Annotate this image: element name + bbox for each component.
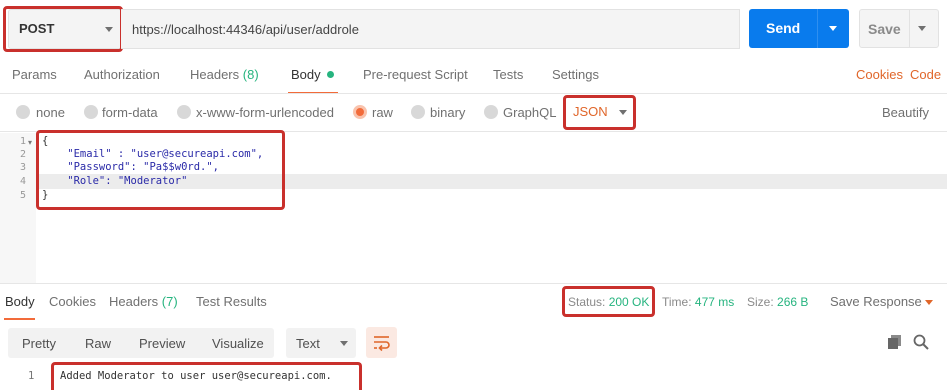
- radio-raw[interactable]: [353, 105, 367, 119]
- code-line: "Password": "Pa$$w0rd.",: [42, 161, 220, 173]
- status-readout: Status: 200 OK: [568, 295, 649, 309]
- send-button[interactable]: Send: [749, 9, 849, 48]
- line-number: 5: [19, 190, 26, 201]
- code-line: {: [42, 135, 49, 147]
- radio-none[interactable]: [16, 105, 30, 119]
- radio-graphql[interactable]: [484, 105, 498, 119]
- label-urlencoded: x-www-form-urlencoded: [196, 105, 334, 120]
- save-label: Save: [868, 21, 901, 37]
- time-value: 477 ms: [694, 295, 735, 309]
- size-label: Size:: [747, 295, 774, 309]
- response-tab-underline: [4, 318, 35, 320]
- pane-divider[interactable]: [0, 283, 947, 284]
- size-readout: Size: 266 B: [747, 295, 808, 309]
- tab-headers[interactable]: Headers (8): [190, 67, 259, 82]
- code-line: }: [42, 189, 49, 201]
- tab-authorization[interactable]: Authorization: [84, 67, 160, 82]
- mode-pretty[interactable]: Pretty: [22, 336, 56, 351]
- send-chevron-down-icon[interactable]: [829, 26, 837, 31]
- cookies-link[interactable]: Cookies: [856, 67, 903, 82]
- wrap-lines-button[interactable]: [366, 327, 397, 358]
- tab-settings[interactable]: Settings: [552, 67, 599, 82]
- radio-urlencoded[interactable]: [177, 105, 191, 119]
- label-binary: binary: [430, 105, 466, 120]
- tab-body-label: Body: [291, 67, 321, 82]
- size-value: 266 B: [777, 295, 809, 309]
- send-divider: [817, 9, 818, 48]
- time-label: Time:: [662, 295, 692, 309]
- status-label: Status:: [568, 295, 606, 309]
- time-readout: Time: 477 ms: [662, 295, 734, 309]
- tab-tests[interactable]: Tests: [493, 67, 523, 82]
- code-link[interactable]: Code: [910, 67, 941, 82]
- mode-raw[interactable]: Raw: [85, 336, 111, 351]
- response-tab-test-results[interactable]: Test Results: [196, 294, 267, 309]
- response-tab-cookies[interactable]: Cookies: [49, 294, 96, 309]
- radio-form-data[interactable]: [84, 105, 98, 119]
- response-headers-count: (7): [161, 294, 178, 309]
- code-line: "Role": "Moderator": [42, 175, 188, 187]
- line-number: 1: [19, 136, 26, 147]
- search-icon[interactable]: [913, 334, 929, 350]
- save-divider: [909, 10, 910, 47]
- url-input[interactable]: https://localhost:44346/api/user/addrole: [121, 9, 740, 49]
- label-form-data: form-data: [102, 105, 158, 120]
- response-tab-headers-label: Headers: [109, 294, 159, 309]
- mode-visualize[interactable]: Visualize: [212, 336, 264, 351]
- status-value: 200 OK: [608, 295, 650, 309]
- method-value: POST: [19, 21, 55, 36]
- save-response-chevron-down-icon[interactable]: [925, 300, 933, 305]
- method-select[interactable]: POST: [8, 9, 122, 49]
- tab-headers-count: (8): [242, 67, 259, 82]
- response-format-value: Text: [296, 336, 320, 351]
- response-mode-group: Pretty Raw Preview Visualize: [8, 328, 274, 358]
- line-number: 3: [19, 162, 26, 173]
- line-number: 4: [19, 176, 26, 187]
- tab-headers-label: Headers: [190, 67, 240, 82]
- response-tab-headers[interactable]: Headers (7): [109, 294, 178, 309]
- label-raw: raw: [372, 105, 393, 120]
- tab-prerequest-script[interactable]: Pre-request Script: [363, 67, 468, 82]
- url-value: https://localhost:44346/api/user/addrole: [132, 22, 359, 37]
- code-line: "Email" : "user@secureapi.com",: [42, 148, 264, 160]
- wrap-lines-icon: [374, 336, 390, 352]
- response-line-number: 1: [28, 370, 35, 382]
- save-response-label: Save Response: [830, 294, 922, 309]
- chevron-down-icon: [340, 341, 348, 346]
- save-button[interactable]: Save: [859, 9, 939, 48]
- chevron-down-icon: [619, 110, 627, 115]
- tabs-divider: [0, 93, 947, 94]
- save-chevron-down-icon[interactable]: [918, 26, 926, 31]
- save-response-button[interactable]: Save Response: [830, 294, 922, 309]
- beautify-link[interactable]: Beautify: [882, 105, 929, 120]
- chevron-down-icon: [105, 27, 113, 32]
- response-format-select[interactable]: Text: [286, 328, 356, 358]
- response-tab-body[interactable]: Body: [5, 294, 35, 309]
- send-label: Send: [766, 20, 801, 36]
- response-body-text: Added Moderator to user user@secureapi.c…: [60, 370, 332, 382]
- body-type-divider: [0, 131, 947, 132]
- copy-icon[interactable]: [887, 334, 903, 350]
- body-indicator-dot-icon: [326, 71, 334, 78]
- format-select[interactable]: JSON: [565, 96, 635, 128]
- tab-params[interactable]: Params: [12, 67, 57, 82]
- fold-arrow-icon[interactable]: ▾: [28, 138, 32, 147]
- tab-body[interactable]: Body: [291, 67, 334, 82]
- label-graphql: GraphQL: [503, 105, 557, 120]
- label-none: none: [36, 105, 65, 120]
- mode-preview[interactable]: Preview: [139, 336, 185, 351]
- format-value: JSON: [573, 104, 608, 119]
- radio-binary[interactable]: [411, 105, 425, 119]
- line-number: 2: [19, 149, 26, 160]
